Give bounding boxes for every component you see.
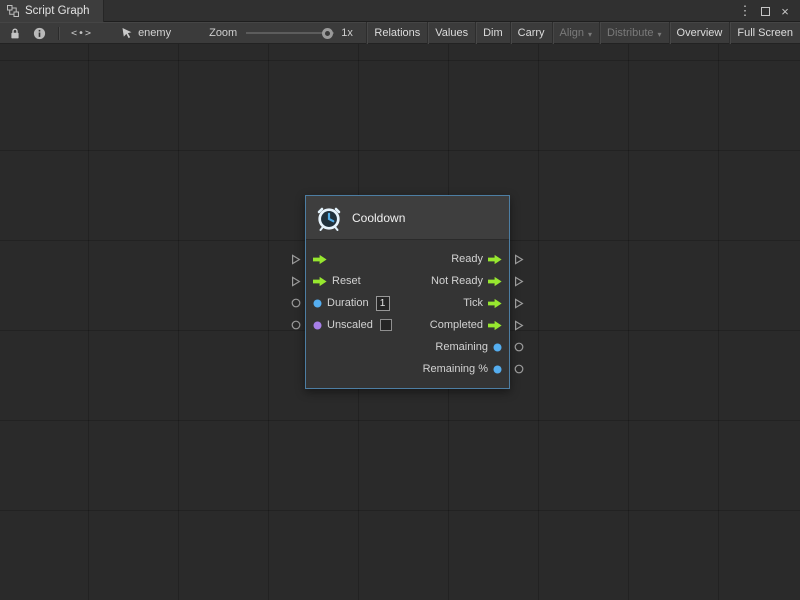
- flow-connector-handle[interactable]: [291, 276, 301, 287]
- window-menu-icon[interactable]: ⋮: [736, 2, 754, 20]
- tab-title: Script Graph: [25, 5, 90, 17]
- toolbar-button-overview[interactable]: Overview: [669, 22, 730, 44]
- connector-slot: [284, 314, 305, 336]
- toolbar-button-values[interactable]: Values: [427, 22, 475, 44]
- titlebar: Script Graph ⋮ ×: [0, 0, 800, 22]
- value-connector-handle[interactable]: [291, 298, 301, 308]
- lock-icon[interactable]: [6, 22, 24, 44]
- unscaled-checkbox[interactable]: [380, 319, 392, 331]
- node-row: Remaining: [306, 336, 509, 358]
- flow-connector-handle[interactable]: [291, 254, 301, 265]
- pointer-icon: [121, 27, 133, 39]
- info-icon[interactable]: [30, 22, 49, 44]
- zoom-slider[interactable]: [246, 27, 334, 40]
- connector-slot: [510, 248, 531, 270]
- toolbar-button-full-screen[interactable]: Full Screen: [729, 22, 800, 44]
- graph-target-label: enemy: [138, 27, 171, 39]
- tab-script-graph[interactable]: Script Graph: [0, 0, 104, 22]
- node-row: Duration 1 Tick: [306, 292, 509, 314]
- code-icon[interactable]: <•>: [68, 22, 95, 44]
- duration-input[interactable]: 1: [376, 296, 390, 311]
- node-row: Remaining %: [306, 358, 509, 380]
- flow-connector-handle[interactable]: [514, 254, 524, 265]
- script-graph-icon: [7, 5, 19, 17]
- graph-canvas[interactable]: Cooldown Ready Reset Not Ready Duration 1 Tic…: [0, 44, 800, 600]
- zoom-value: 1x: [341, 27, 353, 39]
- connector-slot: [284, 336, 305, 358]
- zoom-slider-handle[interactable]: [322, 28, 333, 39]
- flow-port-icon: [313, 254, 327, 265]
- toolbar: <•> enemy Zoom 1x RelationsValuesDimCarr…: [0, 22, 800, 44]
- output-port-label: Ready: [451, 253, 483, 265]
- value-port-icon: [493, 365, 502, 374]
- flow-port-icon: [488, 254, 502, 265]
- flow-connector-handle[interactable]: [514, 320, 524, 331]
- close-icon[interactable]: ×: [776, 2, 794, 20]
- toolbar-button-relations[interactable]: Relations: [366, 22, 427, 44]
- output-connector-column: [510, 195, 531, 380]
- output-port-label: Not Ready: [431, 275, 483, 287]
- value-connector-handle[interactable]: [291, 320, 301, 330]
- value-connector-handle[interactable]: [514, 364, 524, 374]
- input-port-label: Unscaled: [327, 319, 373, 331]
- dropdown-caret-icon: ▾: [588, 30, 592, 39]
- output-port-label: Remaining %: [423, 363, 488, 375]
- connector-slot: [284, 248, 305, 270]
- connector-slot: [284, 292, 305, 314]
- node-row: Unscaled Completed: [306, 314, 509, 336]
- toolbar-button-group: RelationsValuesDimCarryAlign▾Distribute▾…: [366, 22, 800, 44]
- cooldown-node-wrapper: Cooldown Ready Reset Not Ready Duration 1 Tic…: [284, 195, 531, 389]
- flow-connector-handle[interactable]: [514, 298, 524, 309]
- toolbar-button-carry[interactable]: Carry: [510, 22, 552, 44]
- cooldown-node-body: Ready Reset Not Ready Duration 1 Tick Unscaled…: [306, 240, 509, 388]
- cooldown-node-header[interactable]: Cooldown: [306, 196, 509, 240]
- input-port-label: Duration: [327, 297, 369, 309]
- value-connector-handle[interactable]: [514, 342, 524, 352]
- output-port-label: Remaining: [435, 341, 488, 353]
- alarm-clock-icon: [316, 205, 342, 231]
- zoom-slider-track: [246, 32, 334, 34]
- flow-port-icon: [488, 320, 502, 331]
- cooldown-node[interactable]: Cooldown Ready Reset Not Ready Duration 1 Tic…: [305, 195, 510, 389]
- graph-target[interactable]: enemy: [121, 27, 171, 39]
- zoom-label: Zoom: [209, 27, 237, 39]
- input-connector-column: [284, 195, 305, 380]
- value-port-icon: [493, 343, 502, 352]
- connector-slot: [510, 292, 531, 314]
- output-port-label: Tick: [463, 297, 483, 309]
- connector-slot: [510, 314, 531, 336]
- connector-slot: [510, 270, 531, 292]
- input-port-label: Reset: [332, 275, 361, 287]
- toolbar-button-distribute[interactable]: Distribute▾: [599, 22, 668, 44]
- flow-connector-handle[interactable]: [514, 276, 524, 287]
- output-port-label: Completed: [430, 319, 483, 331]
- node-row: Reset Not Ready: [306, 270, 509, 292]
- connector-slot: [284, 270, 305, 292]
- bool-port-icon: [313, 321, 322, 330]
- toolbar-button-dim[interactable]: Dim: [475, 22, 510, 44]
- connector-slot: [510, 336, 531, 358]
- dropdown-caret-icon: ▾: [658, 30, 662, 39]
- value-port-icon: [313, 299, 322, 308]
- flow-port-icon: [313, 276, 327, 287]
- toolbar-button-align[interactable]: Align▾: [552, 22, 599, 44]
- toolbar-separator: [58, 27, 59, 40]
- node-row: Ready: [306, 248, 509, 270]
- connector-slot: [284, 358, 305, 380]
- node-title: Cooldown: [352, 211, 405, 225]
- flow-port-icon: [488, 276, 502, 287]
- window-controls: ⋮ ×: [736, 0, 800, 22]
- connector-slot: [510, 358, 531, 380]
- maximize-icon[interactable]: [756, 2, 774, 20]
- flow-port-icon: [488, 298, 502, 309]
